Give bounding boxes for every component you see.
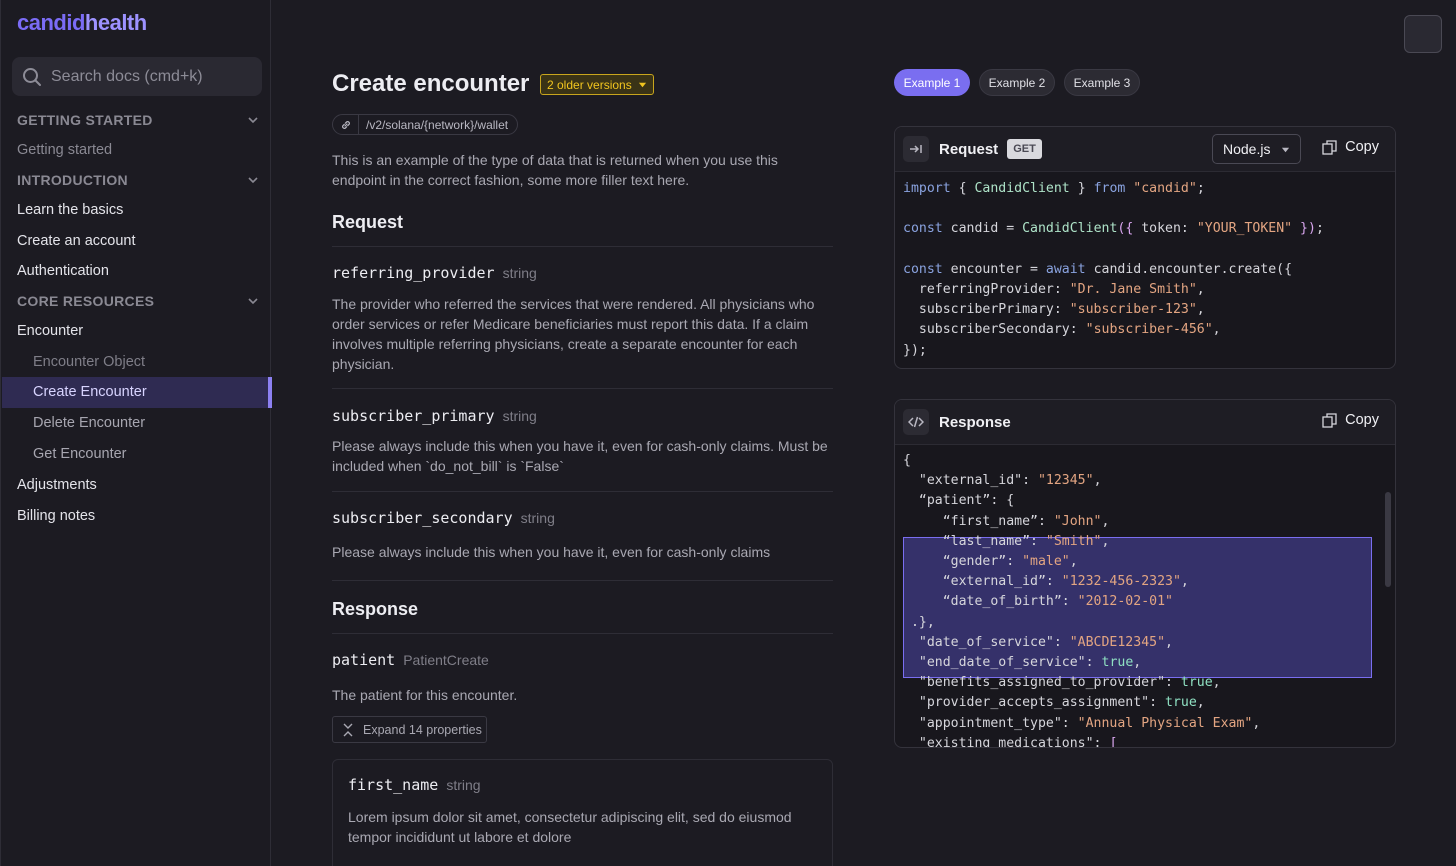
field-name: first_name: [348, 776, 439, 794]
request-code-card: Request GET Node.js Copy import { Candid…: [894, 126, 1396, 369]
field-type: string: [502, 408, 537, 424]
copy-icon: [1322, 139, 1337, 155]
field-description: The patient for this encounter.: [332, 687, 518, 703]
expand-properties-button[interactable]: Expand 14 properties: [332, 716, 487, 743]
sidebar-item-get-encounter[interactable]: Get Encounter: [33, 444, 127, 464]
section-label: INTRODUCTION: [17, 172, 128, 188]
search-input[interactable]: Search docs (cmd+k): [12, 57, 262, 96]
sidebar-item-adjustments[interactable]: Adjustments: [17, 475, 97, 495]
endpoint-path: /v2/solana/{network}/wallet: [366, 117, 509, 132]
field-referring-provider: referring_provider string: [332, 264, 537, 282]
field-description: Lorem ipsum dolor sit amet, consectetur …: [348, 809, 792, 845]
copy-response-button[interactable]: Copy: [1322, 412, 1379, 428]
response-card-title: Response: [939, 413, 1011, 431]
chevron-down-icon: [248, 298, 258, 305]
language-label: Node.js: [1223, 141, 1271, 157]
tab-example-1[interactable]: Example 1: [894, 69, 970, 96]
brand-logo-part1: candid: [17, 10, 85, 35]
field-description: Please always include this when you have…: [332, 544, 771, 560]
field-first-name: first_name string: [348, 776, 481, 794]
language-select[interactable]: Node.js: [1212, 134, 1301, 164]
field-subscriber-secondary: subscriber_secondary string: [332, 509, 555, 527]
expand-icon: [343, 723, 353, 736]
divider: [332, 246, 833, 247]
field-description: The provider who referred the services t…: [332, 296, 815, 372]
sidebar-item-encounter[interactable]: Encounter: [17, 321, 83, 341]
field-name: referring_provider: [332, 264, 495, 282]
sidebar-item-delete-encounter[interactable]: Delete Encounter: [33, 413, 145, 433]
sidebar: candidhealth Search docs (cmd+k) GETTING…: [0, 0, 272, 866]
response-card-header: Response Copy: [895, 400, 1395, 445]
field-type: PatientCreate: [403, 652, 489, 668]
field-name: subscriber_secondary: [332, 509, 513, 527]
sidebar-item-create-encounter[interactable]: Create Encounter: [33, 382, 147, 402]
sidebar-item-billing-notes[interactable]: Billing notes: [17, 506, 95, 526]
field-type: string: [502, 265, 537, 281]
response-code-block: { "external_id": "12345", “patient”: { “…: [903, 453, 1261, 748]
sidebar-item-learn-the-basics[interactable]: Learn the basics: [17, 200, 123, 220]
caret-down-icon: [638, 82, 646, 88]
field-patient: patient PatientCreate: [332, 651, 489, 669]
tab-example-2[interactable]: Example 2: [979, 69, 1055, 96]
link-icon: [333, 114, 359, 135]
divider: [332, 388, 833, 389]
field-name: patient: [332, 651, 396, 669]
theme-toggle-button[interactable]: [1404, 15, 1442, 53]
code-icon: [903, 409, 929, 435]
method-badge: GET: [1007, 139, 1042, 159]
response-code-card: Response Copy { "external_id": "12345", …: [894, 399, 1396, 748]
tab-example-3[interactable]: Example 3: [1064, 69, 1140, 96]
response-code-viewport[interactable]: { "external_id": "12345", “patient”: { “…: [895, 445, 1395, 748]
versions-label: 2 older versions: [547, 77, 632, 92]
nested-property-card: first_name string Lorem ipsum dolor sit …: [332, 759, 833, 866]
sidebar-item-create-an-account[interactable]: Create an account: [17, 231, 136, 251]
field-subscriber-primary: subscriber_primary string: [332, 407, 537, 425]
endpoint-pill[interactable]: /v2/solana/{network}/wallet: [332, 114, 519, 135]
field-description: Please always include this when you have…: [332, 438, 828, 474]
copy-request-button[interactable]: Copy: [1322, 139, 1379, 155]
request-card-title: Request: [939, 140, 999, 158]
section-getting-started[interactable]: GETTING STARTED: [17, 110, 259, 130]
arrow-in-icon: [903, 136, 929, 162]
divider: [332, 491, 833, 492]
versions-dropdown[interactable]: 2 older versions: [540, 74, 654, 95]
response-heading: Response: [332, 599, 419, 619]
request-code-block: import { CandidClient } from "candid"; c…: [903, 181, 1324, 358]
caret-down-icon: [1281, 147, 1290, 152]
divider: [332, 633, 833, 634]
sidebar-item-encounter-object[interactable]: Encounter Object: [33, 352, 145, 372]
copy-icon: [1322, 412, 1337, 428]
chevron-down-icon: [248, 177, 258, 184]
section-label: CORE RESOURCES: [17, 293, 155, 309]
expand-label: Expand 14 properties: [363, 722, 482, 737]
search-icon: [23, 67, 41, 86]
copy-label: Copy: [1345, 412, 1379, 428]
section-introduction[interactable]: INTRODUCTION: [17, 170, 259, 190]
brand-logo[interactable]: candidhealth: [17, 10, 147, 36]
search-placeholder: Search docs (cmd+k): [51, 67, 203, 85]
field-type: string: [446, 777, 481, 793]
sidebar-item-getting-started[interactable]: Getting started: [17, 140, 112, 160]
section-core-resources[interactable]: CORE RESOURCES: [17, 291, 259, 311]
request-heading: Request: [332, 212, 404, 232]
page-title: Create encounter: [332, 70, 530, 97]
page-description: This is an example of the type of data t…: [332, 152, 778, 188]
divider: [332, 580, 833, 581]
request-card-header: Request GET Node.js Copy: [895, 127, 1395, 172]
field-name: subscriber_primary: [332, 407, 495, 425]
brand-logo-part2: health: [84, 10, 147, 35]
field-type: string: [520, 510, 555, 526]
section-label: GETTING STARTED: [17, 112, 153, 128]
copy-label: Copy: [1345, 139, 1379, 155]
chevron-down-icon: [248, 117, 258, 124]
sidebar-item-authentication[interactable]: Authentication: [17, 261, 109, 281]
